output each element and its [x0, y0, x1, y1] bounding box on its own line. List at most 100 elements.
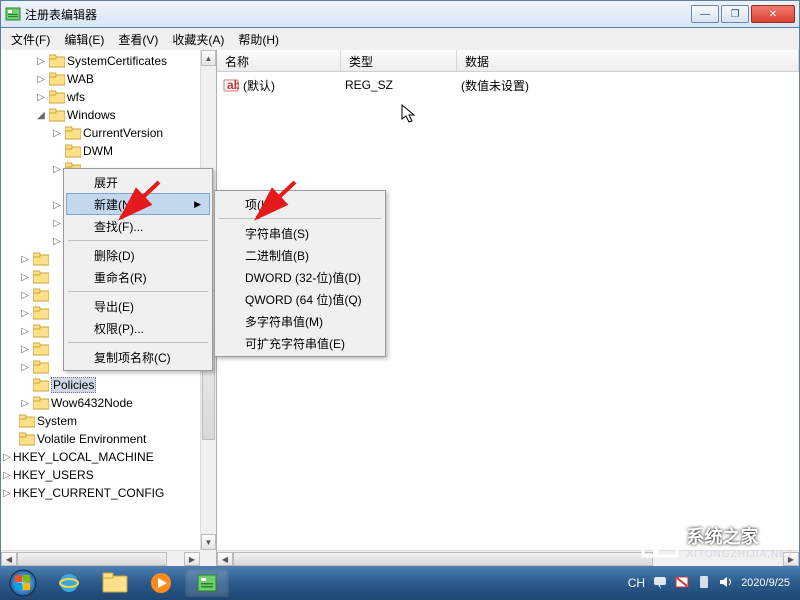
context-menu-item[interactable]: 展开 — [66, 171, 210, 193]
folder-icon — [49, 54, 65, 68]
column-name[interactable]: 名称 — [217, 50, 341, 71]
window-buttons: — ❐ ✕ — [689, 5, 795, 23]
expand-toggle-icon[interactable]: ▷ — [19, 272, 31, 283]
tree-item[interactable]: ▷wfs — [1, 88, 200, 106]
folder-icon — [33, 378, 49, 392]
tree-item[interactable]: Policies — [1, 376, 200, 394]
tree-item[interactable]: ▷ Wow6432Node — [1, 394, 200, 412]
expand-toggle-icon[interactable]: ▷ — [1, 470, 13, 481]
context-submenu-new[interactable]: 项(K) 字符串值(S) 二进制值(B)DWORD (32-位)值(D)QWORD … — [214, 190, 386, 357]
context-menu-item[interactable]: 删除(D) — [66, 244, 210, 266]
expand-toggle-icon[interactable]: ▷ — [51, 200, 63, 211]
tray-speech-icon[interactable] — [653, 575, 667, 592]
tree-item[interactable]: ◢ Windows — [1, 106, 200, 124]
expand-toggle-icon[interactable]: ▷ — [19, 398, 31, 409]
tree-item[interactable]: Volatile Environment — [1, 430, 200, 448]
menu-favorites[interactable]: 收藏夹(A) — [166, 29, 230, 50]
scroll-thumb-h[interactable] — [233, 552, 653, 566]
context-menu-item[interactable]: 查找(F)... — [66, 215, 210, 237]
menu-separator — [68, 342, 208, 343]
scroll-right-button[interactable]: ▶ — [184, 552, 200, 566]
context-menu-item[interactable]: QWORD (64 位)值(Q) — [217, 288, 383, 310]
ime-indicator[interactable]: CH — [628, 576, 645, 590]
menu-help[interactable]: 帮助(H) — [232, 29, 285, 50]
tree-item-label: Policies — [51, 377, 96, 393]
expand-toggle-icon[interactable]: ▷ — [19, 344, 31, 355]
system-tray: CH 2020/9/25 — [618, 566, 800, 600]
menu-view[interactable]: 查看(V) — [112, 29, 164, 50]
scroll-left-button[interactable]: ◀ — [1, 552, 17, 566]
expand-toggle-icon[interactable]: ▷ — [19, 326, 31, 337]
taskbar-regedit[interactable] — [185, 569, 229, 597]
close-button[interactable]: ✕ — [751, 5, 795, 23]
expand-toggle-icon[interactable]: ▷ — [51, 164, 63, 175]
expand-toggle-icon[interactable]: ▷ — [35, 92, 47, 103]
scroll-right-button[interactable]: ▶ — [783, 552, 799, 566]
expand-toggle-icon[interactable]: ▷ — [51, 128, 63, 139]
context-menu-item[interactable]: 导出(E) — [66, 295, 210, 317]
list-item[interactable]: ab (默认) REG_SZ (数值未设置) — [217, 76, 799, 94]
menu-separator — [68, 291, 208, 292]
list-horizontal-scrollbar[interactable]: ◀ ▶ — [217, 550, 799, 566]
tree-item[interactable]: ▷WAB — [1, 70, 200, 88]
context-menu-item[interactable]: 多字符串值(M) — [217, 310, 383, 332]
context-menu-item[interactable]: 复制项名称(C) — [66, 346, 210, 368]
string-value-icon: ab — [223, 77, 239, 93]
expand-toggle-icon[interactable]: ▷ — [19, 308, 31, 319]
context-menu-item[interactable]: DWORD (32-位)值(D) — [217, 266, 383, 288]
taskbar-explorer[interactable] — [93, 569, 137, 597]
tray-action-center-icon[interactable] — [697, 575, 711, 592]
value-name: (默认) — [243, 77, 345, 94]
menu-item-label: 权限(P)... — [94, 320, 144, 337]
tree-item[interactable]: ▷HKEY_USERS — [1, 466, 200, 484]
tree-item[interactable]: ▷HKEY_CURRENT_CONFIG — [1, 484, 200, 502]
tray-volume-icon[interactable] — [719, 575, 733, 592]
folder-icon — [33, 360, 49, 374]
expand-toggle-icon[interactable]: ▷ — [51, 218, 63, 229]
maximize-button[interactable]: ❐ — [721, 5, 749, 23]
tray-disabled-icon[interactable] — [675, 575, 689, 592]
scroll-thumb-h[interactable] — [17, 552, 167, 566]
expand-toggle-icon[interactable]: ▷ — [19, 254, 31, 265]
taskbar-ie[interactable] — [47, 569, 91, 597]
start-button[interactable] — [0, 566, 46, 600]
taskbar-mediaplayer[interactable] — [139, 569, 183, 597]
column-data[interactable]: 数据 — [457, 50, 799, 71]
expand-toggle-icon[interactable]: ▷ — [35, 74, 47, 85]
tree-item[interactable]: ▷CurrentVersion — [1, 124, 200, 142]
context-menu-item[interactable]: 权限(P)... — [66, 317, 210, 339]
context-menu-item[interactable]: 重命名(R) — [66, 266, 210, 288]
expand-toggle-icon[interactable]: ◢ — [35, 110, 47, 121]
minimize-button[interactable]: — — [691, 5, 719, 23]
value-list[interactable]: ab (默认) REG_SZ (数值未设置) — [217, 72, 799, 98]
context-menu-item[interactable]: 项(K) — [217, 193, 383, 215]
tree-item[interactable]: ▷HKEY_LOCAL_MACHINE — [1, 448, 200, 466]
menu-file[interactable]: 文件(F) — [5, 29, 56, 50]
tree-horizontal-scrollbar[interactable]: ◀ ▶ — [1, 550, 200, 566]
scroll-left-button[interactable]: ◀ — [217, 552, 233, 566]
context-menu-item[interactable]: 二进制值(B) — [217, 244, 383, 266]
tree-item[interactable]: System — [1, 412, 200, 430]
context-menu-item[interactable]: 新建(N)▶ — [66, 193, 210, 215]
context-menu-item[interactable]: 字符串值(S) — [217, 222, 383, 244]
tree-item[interactable]: ▷SystemCertificates — [1, 52, 200, 70]
expand-toggle-icon[interactable]: ▷ — [19, 290, 31, 301]
menu-item-label: 字符串值(S) — [245, 225, 309, 242]
tree-item-label: Wow6432Node — [51, 396, 133, 410]
column-type[interactable]: 类型 — [341, 50, 457, 71]
tray-date[interactable]: 2020/9/25 — [741, 577, 790, 589]
context-menu-item[interactable]: 可扩充字符串值(E) — [217, 332, 383, 354]
expand-toggle-icon[interactable]: ▷ — [51, 236, 63, 247]
tree-item-label: Windows — [67, 108, 116, 122]
scroll-down-button[interactable]: ▼ — [201, 534, 216, 550]
expand-toggle-icon[interactable]: ▷ — [19, 362, 31, 373]
context-menu[interactable]: 展开新建(N)▶查找(F)... 删除(D)重命名(R) 导出(E) 权限(P)...… — [63, 168, 213, 371]
folder-icon — [33, 324, 49, 338]
tree-item[interactable]: DWM — [1, 142, 200, 160]
scroll-up-button[interactable]: ▲ — [201, 50, 216, 66]
expand-toggle-icon[interactable]: ▷ — [1, 488, 13, 499]
scroll-corner — [200, 550, 216, 566]
expand-toggle-icon[interactable]: ▷ — [35, 56, 47, 67]
expand-toggle-icon[interactable]: ▷ — [1, 452, 13, 463]
menu-edit[interactable]: 编辑(E) — [58, 29, 110, 50]
